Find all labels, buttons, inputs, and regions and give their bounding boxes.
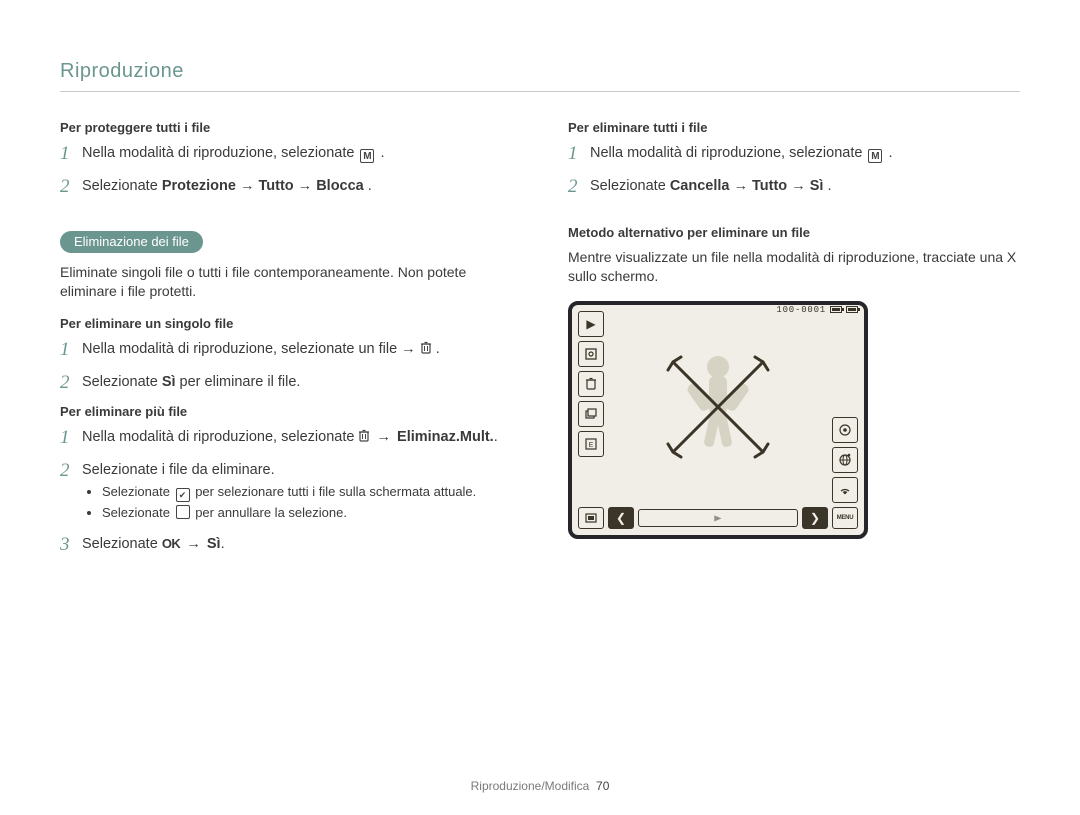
- step-text-suffix: .: [368, 178, 372, 194]
- arrow: →: [375, 429, 398, 445]
- divider: [60, 91, 1020, 92]
- step-number: 2: [60, 176, 82, 199]
- step-number: 1: [60, 143, 82, 166]
- deselect-icon: [176, 505, 190, 519]
- next-button[interactable]: ❯: [802, 507, 828, 529]
- left-toolbar: ▶ E: [578, 311, 606, 503]
- sub-bullets: Selezionate per selezionare tutti i file…: [90, 483, 512, 522]
- trash-icon: [420, 341, 432, 355]
- ok-label: OK: [162, 535, 181, 554]
- step-bold: Sì: [207, 536, 221, 552]
- stack-icon[interactable]: [578, 401, 604, 427]
- step-text: Selezionate i file da eliminare.: [82, 462, 275, 478]
- display-mode-icon[interactable]: [578, 507, 604, 529]
- step-number: 2: [60, 460, 82, 483]
- protect-all-heading: Per proteggere tutti i file: [60, 120, 512, 135]
- silhouette-image: [610, 311, 826, 503]
- content-columns: Per proteggere tutti i file 1 Nella moda…: [60, 114, 1020, 567]
- prev-button[interactable]: ❮: [608, 507, 634, 529]
- play-icon[interactable]: ▶: [578, 311, 604, 337]
- protect-step-2: 2 Selezionate Protezione → Tutto → Blocc…: [60, 176, 512, 199]
- bullet-deselect: Selezionate per annullare la selezione.: [102, 504, 512, 522]
- step-bold: Protezione → Tutto → Blocca: [162, 178, 364, 194]
- menu-icon: [868, 149, 882, 163]
- step-text-suffix: .: [436, 341, 440, 357]
- svg-text:E: E: [589, 442, 594, 449]
- step-bold: Eliminaz.Mult.: [397, 429, 494, 445]
- globe-icon[interactable]: [832, 447, 858, 473]
- delete-multi-step-3: 3 Selezionate OK → Sì.: [60, 534, 512, 557]
- step-text-suffix: per eliminare il file.: [180, 374, 301, 390]
- step-number: 1: [60, 427, 82, 450]
- left-column: Per proteggere tutti i file 1 Nella moda…: [60, 114, 512, 567]
- select-all-icon: [176, 488, 190, 502]
- page-number: 70: [596, 779, 609, 793]
- delete-multi-step-2: 2 Selezionate i file da eliminare. Selez…: [60, 460, 512, 524]
- step-number: 1: [568, 143, 590, 166]
- step-text-suffix: .: [221, 536, 225, 552]
- delete-all-step-2: 2 Selezionate Cancella → Tutto → Sì .: [568, 176, 1020, 199]
- voice-icon[interactable]: [832, 417, 858, 443]
- step-text: Nella modalità di riproduzione, selezion…: [82, 145, 358, 161]
- menu-button[interactable]: MENU: [832, 507, 858, 529]
- step-text-suffix: .: [494, 429, 498, 445]
- deletion-intro: Eliminate singoli file o tutti i file co…: [60, 263, 512, 302]
- right-column: Per eliminare tutti i file 1 Nella modal…: [568, 114, 1020, 567]
- delete-multi-step-1: 1 Nella modalità di riproduzione, selezi…: [60, 427, 512, 450]
- step-number: 3: [60, 534, 82, 557]
- step-number: 2: [568, 176, 590, 199]
- step-text: Selezionate: [82, 374, 162, 390]
- footer-section: Riproduzione/Modifica: [471, 779, 590, 793]
- alternative-heading: Metodo alternativo per eliminare un file: [568, 225, 1020, 240]
- step-bold: Cancella → Tutto → Sì: [670, 178, 824, 194]
- deletion-section-badge: Eliminazione dei file: [60, 231, 203, 253]
- bottom-toolbar: ❮ ❯ MENU: [578, 507, 858, 529]
- step-text-suffix: .: [381, 145, 385, 161]
- step-text: Nella modalità di riproduzione, selezion…: [82, 341, 420, 357]
- camera-screen: 100-0001 ▶: [568, 301, 868, 539]
- page: Riproduzione Per proteggere tutti i file…: [0, 0, 1080, 815]
- step-text-suffix: .: [889, 145, 893, 161]
- step-text: Selezionate: [82, 536, 162, 552]
- menu-icon: [360, 149, 374, 163]
- delete-single-step-1: 1 Nella modalità di riproduzione, selezi…: [60, 339, 512, 362]
- alternative-text: Mentre visualizzate un file nella modali…: [568, 248, 1020, 287]
- edit-icon[interactable]: E: [578, 431, 604, 457]
- step-text: Selezionate: [590, 178, 670, 194]
- bullet-select-all: Selezionate per selezionare tutti i file…: [102, 483, 512, 502]
- battery-icon: [846, 306, 858, 313]
- step-text: Nella modalità di riproduzione, selezion…: [82, 429, 358, 445]
- page-title: Riproduzione: [60, 60, 1020, 83]
- step-text: Nella modalità di riproduzione, selezion…: [590, 145, 866, 161]
- battery-icon: [830, 306, 842, 313]
- step-bold: Sì: [162, 374, 176, 390]
- delete-multi-heading: Per eliminare più file: [60, 404, 512, 419]
- wireless-icon[interactable]: [832, 477, 858, 503]
- arrow: →: [184, 536, 207, 552]
- page-footer: Riproduzione/Modifica 70: [0, 779, 1080, 793]
- delete-single-step-2: 2 Selezionate Sì per eliminare il file.: [60, 372, 512, 395]
- delete-all-step-1: 1 Nella modalità di riproduzione, selezi…: [568, 143, 1020, 166]
- step-number: 1: [60, 339, 82, 362]
- trash-icon[interactable]: [578, 371, 604, 397]
- right-toolbar: [830, 311, 858, 503]
- protect-step-1: 1 Nella modalità di riproduzione, selezi…: [60, 143, 512, 166]
- frame-icon[interactable]: [578, 341, 604, 367]
- step-text: Selezionate: [82, 178, 162, 194]
- step-text-suffix: .: [827, 178, 831, 194]
- delete-all-heading: Per eliminare tutti i file: [568, 120, 1020, 135]
- playback-bar[interactable]: [638, 509, 798, 527]
- preview-area[interactable]: [610, 311, 826, 503]
- delete-single-heading: Per eliminare un singolo file: [60, 316, 512, 331]
- trash-icon: [358, 429, 370, 443]
- step-number: 2: [60, 372, 82, 395]
